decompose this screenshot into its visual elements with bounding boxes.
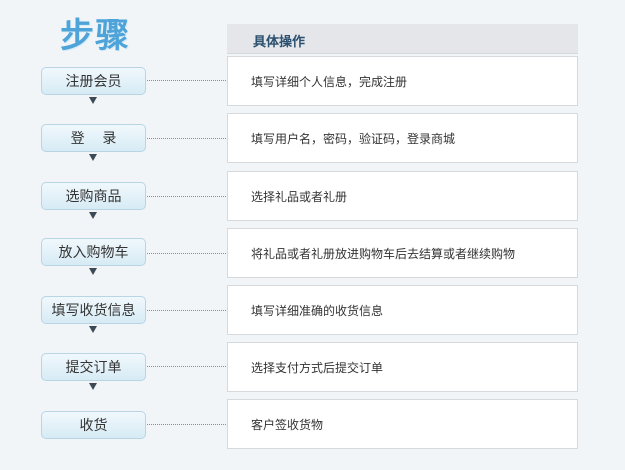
down-arrow-icon — [89, 97, 97, 104]
step-label: 登 录 — [70, 131, 117, 147]
down-arrow-icon — [89, 268, 97, 275]
step-detail-row: 填写详细个人信息，完成注册 — [227, 56, 578, 106]
step-detail-text: 选择礼品或者礼册 — [251, 190, 348, 204]
step-label: 填写收货信息 — [51, 303, 136, 319]
down-arrow-icon — [89, 154, 97, 161]
step-label: 选购商品 — [65, 189, 122, 205]
connector-line — [147, 424, 226, 425]
step-button-shipping-info[interactable]: 填写收货信息 — [41, 296, 146, 324]
step-detail-text: 选择支付方式后提交订单 — [251, 361, 384, 375]
connector-line — [147, 253, 226, 254]
column-header-label: 具体操作 — [253, 35, 306, 50]
step-button-register[interactable]: 注册会员 — [41, 67, 146, 95]
step-button-select-goods[interactable]: 选购商品 — [41, 182, 146, 210]
step-detail-row: 选择支付方式后提交订单 — [227, 342, 578, 392]
down-arrow-icon — [89, 383, 97, 390]
step-detail-text: 填写详细个人信息，完成注册 — [251, 75, 408, 89]
step-button-add-to-cart[interactable]: 放入购物车 — [41, 238, 146, 266]
step-detail-text: 客户签收货物 — [251, 418, 324, 432]
connector-line — [147, 310, 226, 311]
step-detail-row: 填写详细准确的收货信息 — [227, 285, 578, 335]
step-label: 注册会员 — [65, 74, 122, 90]
connector-line — [147, 80, 226, 81]
connector-line — [147, 138, 226, 139]
page-title: 步骤 — [60, 16, 130, 56]
connector-line — [147, 196, 226, 197]
step-detail-row: 选择礼品或者礼册 — [227, 171, 578, 221]
down-arrow-icon — [89, 212, 97, 219]
step-button-receive[interactable]: 收货 — [41, 411, 146, 439]
step-detail-text: 填写详细准确的收货信息 — [251, 304, 384, 318]
step-button-submit-order[interactable]: 提交订单 — [41, 353, 146, 381]
step-label: 收货 — [79, 418, 108, 434]
step-label: 放入购物车 — [58, 245, 129, 261]
step-label: 提交订单 — [65, 360, 122, 376]
step-button-login[interactable]: 登 录 — [41, 124, 146, 152]
step-detail-row: 客户签收货物 — [227, 399, 578, 449]
step-detail-text: 将礼品或者礼册放进购物车后去结算或者继续购物 — [251, 247, 516, 261]
down-arrow-icon — [89, 326, 97, 333]
step-detail-row: 填写用户名，密码，验证码，登录商城 — [227, 113, 578, 163]
step-detail-text: 填写用户名，密码，验证码，登录商城 — [251, 132, 456, 146]
column-header: 具体操作 — [227, 24, 578, 54]
connector-line — [147, 366, 226, 367]
step-detail-row: 将礼品或者礼册放进购物车后去结算或者继续购物 — [227, 228, 578, 278]
